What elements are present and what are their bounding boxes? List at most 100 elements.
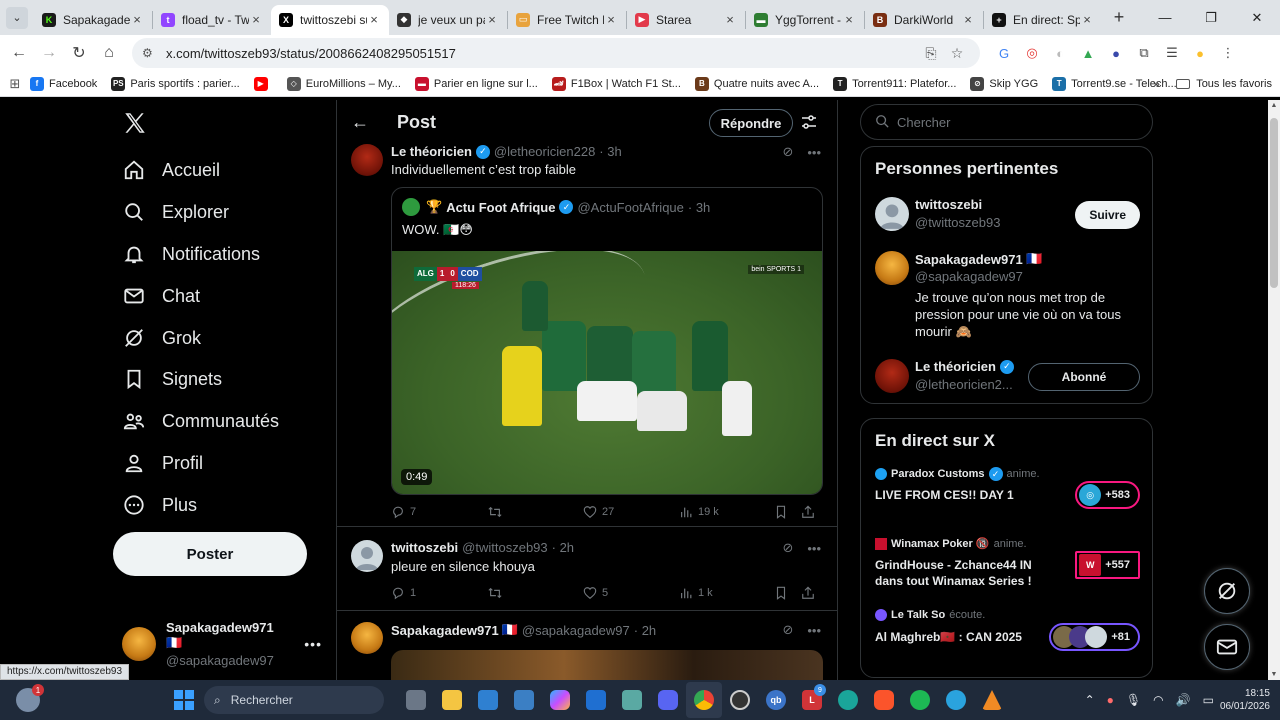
nav-item-explorer[interactable]: Explorer <box>122 192 229 232</box>
reload-button[interactable]: ↻ <box>64 38 94 68</box>
tab-close-icon[interactable]: × <box>604 12 618 27</box>
tweet-author-name[interactable]: twittoszebi <box>391 540 458 555</box>
reading-list-icon[interactable]: ☰ <box>1158 39 1186 67</box>
bookmark-item[interactable]: PS Paris sportifs : parier... <box>111 76 240 91</box>
tweet-avatar[interactable] <box>351 144 383 176</box>
spotify-icon[interactable] <box>902 682 938 718</box>
like-action[interactable]: 5 <box>583 586 679 600</box>
account-switcher[interactable]: Sapakagadew971 🇫🇷 @sapakagadew97 ••• <box>122 620 322 668</box>
monitor-app-icon[interactable] <box>506 682 542 718</box>
grok-fab[interactable] <box>1204 568 1250 614</box>
tweet-author-handle[interactable]: @letheoricien228 <box>494 144 595 159</box>
post-button[interactable]: Poster <box>113 532 307 576</box>
install-app-icon[interactable]: ⎘ <box>918 45 944 62</box>
translate-extension-icon[interactable]: G <box>990 39 1018 67</box>
views-action[interactable]: 1 k <box>679 586 775 600</box>
sliders-icon[interactable] <box>799 112 819 132</box>
extension-blue-icon[interactable]: ● <box>1102 39 1130 67</box>
browser-menu-icon[interactable]: ⋮ <box>1214 39 1242 67</box>
nav-item-accueil[interactable]: Accueil <box>122 150 220 190</box>
tweet-time[interactable]: · 3h <box>599 144 621 159</box>
person-row[interactable]: Le théoricien ✓ @letheoricien2... Abonné <box>875 359 1140 399</box>
volume-icon[interactable]: 🔊 <box>1176 693 1191 707</box>
tab-close-icon[interactable]: × <box>367 12 381 27</box>
nav-item-signets[interactable]: Signets <box>122 359 222 399</box>
tray-overflow-icon[interactable]: ⌃ <box>1085 693 1095 707</box>
photos-icon[interactable] <box>470 682 506 718</box>
live-item[interactable]: Paradox Customs ✓ anime. LIVE FROM CES!!… <box>875 467 1140 521</box>
person-name[interactable]: twittoszebi <box>915 197 982 212</box>
account-more-icon[interactable]: ••• <box>304 636 322 652</box>
tweet[interactable]: Sapakagadew971 🇫🇷 @sapakagadew97 · 2h ⊘ … <box>337 618 837 680</box>
nav-item-chat[interactable]: Chat <box>122 276 200 316</box>
drive-extension-icon[interactable]: ▲ <box>1074 39 1102 67</box>
follow-button[interactable]: Suivre <box>1075 201 1140 229</box>
person-row[interactable]: Sapakagadew971 🇫🇷 @sapakagadew97 Je trou… <box>875 251 1140 341</box>
tweet-author-handle[interactable]: @twittoszeb93 <box>462 540 547 555</box>
nav-item-communautes[interactable]: Communautés <box>122 401 279 441</box>
person-name[interactable]: Sapakagadew971 <box>915 252 1023 267</box>
vlc-icon[interactable] <box>974 682 1010 718</box>
bookmark-action[interactable] <box>775 586 801 600</box>
tab-close-icon[interactable]: × <box>842 12 856 27</box>
tweet[interactable]: twittoszebi @twittoszeb93 · 2h ⊘ ••• ple… <box>337 536 837 608</box>
tweet-author-handle[interactable]: @sapakagadew97 <box>522 623 630 638</box>
views-action[interactable]: 19 k <box>679 505 775 519</box>
tweet-more-icon[interactable]: ••• <box>807 145 821 160</box>
tab-close-icon[interactable]: × <box>249 12 263 27</box>
browser-tab[interactable]: K Sapakagadev × <box>34 5 152 35</box>
tweet-time[interactable]: · 2h <box>552 540 574 555</box>
scroll-down-arrow[interactable]: ▼ <box>1268 671 1280 678</box>
tab-close-icon[interactable]: × <box>485 12 499 27</box>
weather-widget-icon[interactable]: 1 <box>16 684 44 712</box>
discord-icon[interactable] <box>650 682 686 718</box>
tweet-more-icon[interactable]: ••• <box>807 623 821 638</box>
page-scrollbar[interactable]: ▲ ▼ <box>1268 100 1280 680</box>
grok-explain-icon[interactable]: ⊘ <box>782 622 793 638</box>
forward-button[interactable]: → <box>34 38 64 68</box>
repost-action[interactable] <box>487 586 583 600</box>
scroll-up-arrow[interactable]: ▲ <box>1268 102 1280 109</box>
tab-search-button[interactable]: ⌄ <box>6 6 28 29</box>
minimize-button[interactable]: — <box>1142 0 1188 35</box>
bookmark-item[interactable]: ◇ EuroMillions – My... <box>286 76 401 91</box>
media-player-icon[interactable] <box>722 682 758 718</box>
task-view-icon[interactable] <box>398 682 434 718</box>
store-icon[interactable] <box>578 682 614 718</box>
video-player[interactable]: ALG 1 0 COD 118:26 bein SPORTS 1 0:49 <box>392 251 822 494</box>
all-favorites-button[interactable]: Tous les favoris <box>1176 78 1272 90</box>
bookmark-item[interactable]: ⊘ Skip YGG <box>970 76 1038 91</box>
copilot-icon[interactable] <box>542 682 578 718</box>
listener-count-badge[interactable]: ◎ +583 <box>1075 481 1140 509</box>
profile-avatar-icon[interactable]: ● <box>1186 39 1214 67</box>
reply-button[interactable]: Répondre <box>709 109 793 137</box>
microphone-icon[interactable]: 🎙 <box>1126 693 1141 707</box>
qbittorrent-icon[interactable]: qb <box>758 682 794 718</box>
tweet-time[interactable]: · 2h <box>634 623 656 638</box>
tab-close-icon[interactable]: × <box>961 12 975 27</box>
wifi-icon[interactable]: ◠ <box>1153 693 1163 707</box>
tweet-more-icon[interactable]: ••• <box>807 541 821 556</box>
start-button[interactable] <box>174 690 194 710</box>
brave-icon[interactable] <box>866 682 902 718</box>
x-logo-icon[interactable] <box>122 110 148 136</box>
site-info-icon[interactable]: ⚙ <box>142 46 158 60</box>
browser-tab[interactable]: ▬ YggTorrent - × <box>746 5 864 35</box>
person-row[interactable]: twittoszebi @twittoszeb93 Suivre <box>875 197 1140 237</box>
scrollbar-thumb[interactable] <box>1270 118 1278 288</box>
bookmark-item[interactable]: ▶ <box>253 76 273 91</box>
bookmark-item[interactable]: 🏎 F1Box | Watch F1 St... <box>551 76 681 91</box>
back-arrow-icon[interactable]: ← <box>351 112 371 133</box>
extension-gray-icon[interactable]: ◐ <box>1046 39 1074 67</box>
listener-count-badge[interactable]: W +557 <box>1075 551 1140 579</box>
live-item[interactable]: Le Talk So écoute. Al Maghreb🇲🇦 : CAN 20… <box>875 609 1140 663</box>
battery-icon[interactable]: ▭ <box>1203 693 1214 707</box>
tweet[interactable]: Le théoricien ✓ @letheoricien228 · 3h ⊘ … <box>337 140 837 540</box>
search-input[interactable]: Chercher <box>860 104 1153 140</box>
close-window-button[interactable]: ✕ <box>1234 0 1280 35</box>
reply-action[interactable]: 7 <box>391 505 487 519</box>
tab-close-icon[interactable]: × <box>130 12 144 27</box>
browser-tab[interactable]: ◆ je veux un pa × <box>389 5 507 35</box>
tweet-media[interactable] <box>391 650 823 680</box>
person-avatar[interactable] <box>875 251 909 285</box>
